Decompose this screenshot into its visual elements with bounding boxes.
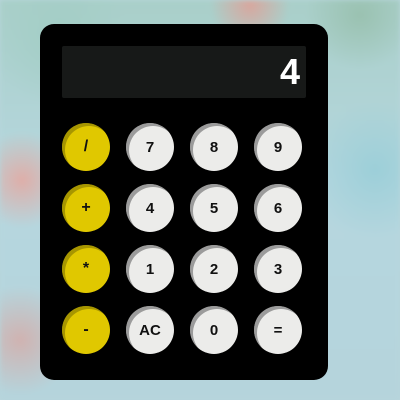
equals-button[interactable]: = [254,306,302,354]
divide-button[interactable]: / [62,123,110,171]
digit-5-button[interactable]: 5 [190,184,238,232]
digit-4-button[interactable]: 4 [126,184,174,232]
multiply-button[interactable]: * [62,245,110,293]
digit-9-button[interactable]: 9 [254,123,302,171]
digit-3-button[interactable]: 3 [254,245,302,293]
display-value: 4 [279,51,300,92]
subtract-button[interactable]: - [62,306,110,354]
digit-7-button[interactable]: 7 [126,123,174,171]
digit-8-button[interactable]: 8 [190,123,238,171]
digit-0-button[interactable]: 0 [190,306,238,354]
digit-1-button[interactable]: 1 [126,245,174,293]
calculator: 4 /7 8 9 +4 5 6 * 1 2 3- AC 0 = [40,24,328,380]
calculator-display: 4 [62,46,306,98]
keypad: / 7 8 9 +4 5 6 * 1 2 3 - AC 0 = [62,123,306,354]
add-button[interactable]: + [62,184,110,232]
digit-6-button[interactable]: 6 [254,184,302,232]
digit-2-button[interactable]: 2 [190,245,238,293]
clear-button[interactable]: AC [126,306,174,354]
